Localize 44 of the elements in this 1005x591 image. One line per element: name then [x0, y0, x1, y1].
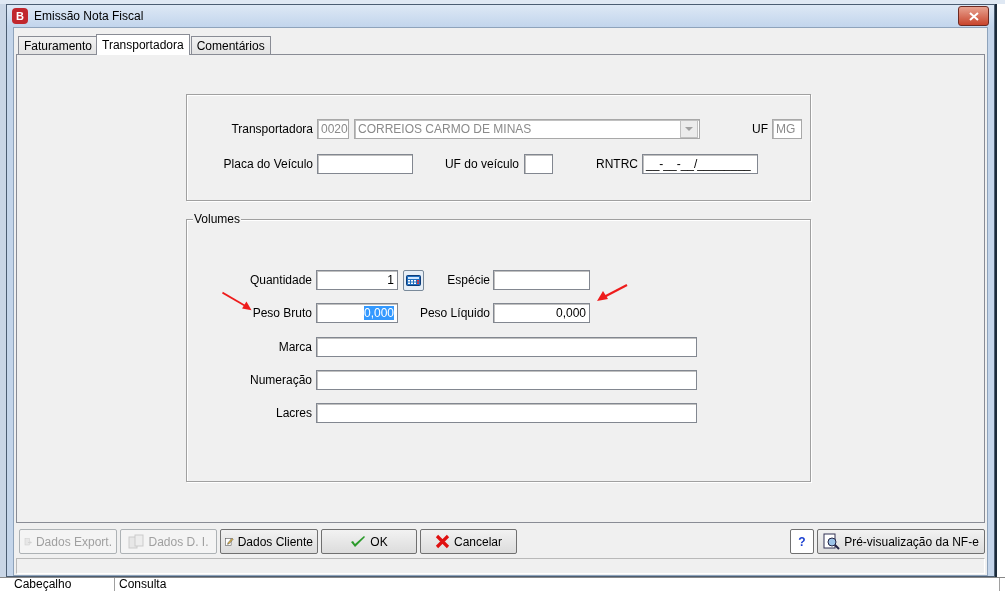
tab[interactable]: Transportadora: [96, 34, 190, 55]
calculator-icon: [406, 274, 421, 286]
field-label: Numeração: [249, 373, 312, 387]
help-button[interactable]: ?: [790, 529, 814, 554]
documents-icon: [128, 533, 145, 550]
input-field[interactable]: [316, 370, 697, 390]
close-button[interactable]: [958, 6, 989, 26]
input-field[interactable]: [316, 337, 697, 357]
field-label: Placa do Veículo: [223, 157, 313, 171]
action-button[interactable]: Cancelar: [420, 529, 517, 554]
checkmark-icon: [350, 534, 367, 549]
field-label: Peso Líquido: [419, 306, 490, 320]
action-button[interactable]: OK: [321, 529, 417, 554]
field-label: Quantidade: [249, 273, 312, 287]
table-cell: Consulta: [115, 578, 1000, 591]
tab[interactable]: Comentários: [190, 36, 271, 54]
field-label: UF: [752, 122, 768, 136]
action-button[interactable]: Pré-visualização da NF-e: [817, 529, 985, 554]
field-label: RNTRC: [596, 157, 638, 171]
action-button[interactable]: Dados Cliente: [220, 529, 318, 554]
tab[interactable]: Faturamento: [18, 36, 99, 54]
field-label: Espécie: [447, 273, 490, 287]
field-label: Transportadora: [231, 122, 313, 136]
window-title: Emissão Nota Fiscal: [34, 9, 145, 23]
uf-field[interactable]: [524, 154, 553, 174]
input-field[interactable]: 1: [316, 270, 398, 290]
dropdown-arrow-icon: [685, 127, 693, 131]
field-label: Lacres: [275, 406, 312, 420]
input-field[interactable]: [493, 270, 590, 290]
field-label: UF do veículo: [444, 157, 519, 171]
close-icon: [435, 534, 450, 549]
annotation-arrow: [221, 291, 253, 311]
field-label: Marca: [278, 340, 312, 354]
input-field[interactable]: 0,000: [493, 303, 590, 323]
plate-field[interactable]: [317, 154, 413, 174]
field-label: Peso Bruto: [252, 306, 312, 320]
input-field[interactable]: [316, 403, 697, 423]
annotation-arrow: [596, 283, 629, 303]
close-icon: [968, 11, 979, 21]
app-logo: B: [12, 8, 28, 24]
calculator-button[interactable]: [403, 269, 424, 291]
table-cell: Cabeçalho: [0, 578, 115, 591]
group-title: Volumes: [193, 212, 242, 226]
magnifier-document-icon: [823, 533, 841, 550]
